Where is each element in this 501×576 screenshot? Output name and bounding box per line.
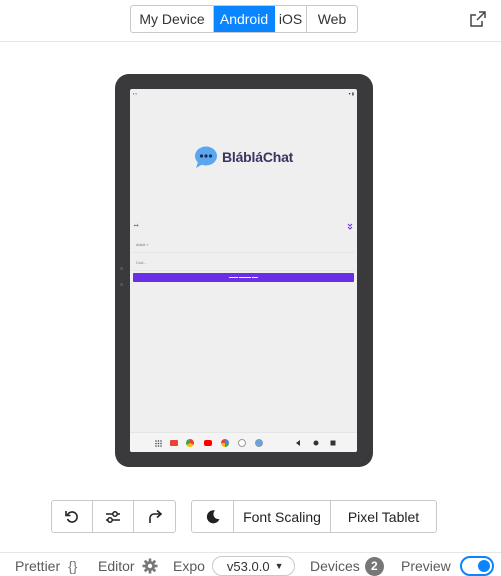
blablachat-app-icon[interactable] [255, 439, 263, 447]
tab-android[interactable]: Android [214, 6, 275, 32]
dark-mode-button[interactable] [192, 501, 234, 532]
chat-bubble-icon [195, 146, 217, 168]
divider [0, 41, 501, 42]
app-icon[interactable] [238, 439, 246, 447]
prettier-label: Prettier [15, 558, 61, 574]
input-field[interactable]: Cod... [133, 254, 354, 271]
photos-icon[interactable] [221, 439, 229, 447]
preview-label: Preview [401, 558, 451, 574]
caret-down-icon: ▼ [274, 561, 284, 571]
moon-icon [206, 509, 219, 523]
tab-my-device[interactable]: My Device [131, 6, 214, 32]
gear-icon [142, 558, 158, 574]
app-logo: BlábláChat [194, 143, 294, 171]
open-external-icon[interactable] [469, 10, 487, 28]
device-actions [51, 500, 176, 533]
phone-row: ▪+ [133, 223, 354, 231]
braces-icon: {} [68, 558, 78, 574]
settings-button[interactable] [93, 501, 134, 532]
device-select-button[interactable]: Pixel Tablet [331, 501, 436, 532]
sdk-version-select[interactable]: v53.0.0 ▼ [211, 556, 295, 576]
preview-toggle[interactable] [459, 556, 494, 576]
divider [0, 552, 501, 553]
toggle-knob [477, 560, 490, 572]
status-bar-left: ▪ ▪ [133, 91, 137, 96]
share-button[interactable] [134, 501, 175, 532]
status-bar-right: ▾ ▮ [348, 91, 354, 96]
app-name: BlábláChat [222, 149, 294, 165]
camera-dot [120, 267, 123, 270]
input-field[interactable]: Adult > [133, 236, 354, 253]
font-scaling-button[interactable]: Font Scaling [234, 501, 331, 532]
forward-arrow-icon [148, 509, 162, 523]
gmail-icon[interactable] [170, 440, 178, 446]
preview-toggle-group: Preview [401, 555, 494, 576]
editor-settings[interactable]: Editor [98, 555, 158, 576]
recents-icon[interactable] [330, 440, 336, 446]
reload-icon [65, 510, 78, 523]
platform-selector: My Device Android iOS Web [130, 5, 358, 33]
continue-button[interactable]: ▬▬▬ ▬▬▬▬ ▬▬ [133, 273, 354, 282]
sdk-version-value: v53.0.0 [226, 558, 270, 574]
youtube-icon[interactable] [204, 440, 212, 446]
sliders-icon [106, 510, 120, 523]
reload-button[interactable] [52, 501, 93, 532]
preview-options: Font Scaling Pixel Tablet [191, 500, 437, 533]
tab-ios[interactable]: iOS [275, 6, 307, 32]
android-nav-bar [130, 432, 357, 452]
mic-icon[interactable] [347, 223, 353, 230]
back-icon[interactable] [295, 440, 301, 446]
chrome-icon[interactable] [186, 439, 194, 447]
expo-label: Expo [173, 558, 205, 574]
expo-version: Expo v53.0.0 ▼ [173, 555, 295, 576]
devices-count-badge: 2 [364, 556, 384, 576]
country-code[interactable]: ▪+ [134, 223, 139, 229]
devices-indicator[interactable]: Devices 2 [310, 555, 384, 576]
device-screen[interactable]: ▪ ▪ ▾ ▮ BlábláChat ▪+ Adult > Cod... ▬▬▬… [130, 89, 357, 452]
home-icon[interactable] [313, 440, 319, 446]
editor-label: Editor [98, 558, 135, 574]
camera-dot [120, 283, 123, 286]
prettier-toggle[interactable]: Prettier {} [15, 555, 77, 576]
snack-preview-panel: My Device Android iOS Web ▪ ▪ ▾ ▮ Bláblá… [0, 0, 501, 576]
devices-label: Devices [310, 558, 360, 574]
tab-web[interactable]: Web [307, 6, 357, 32]
app-grid-icon[interactable] [155, 440, 162, 447]
